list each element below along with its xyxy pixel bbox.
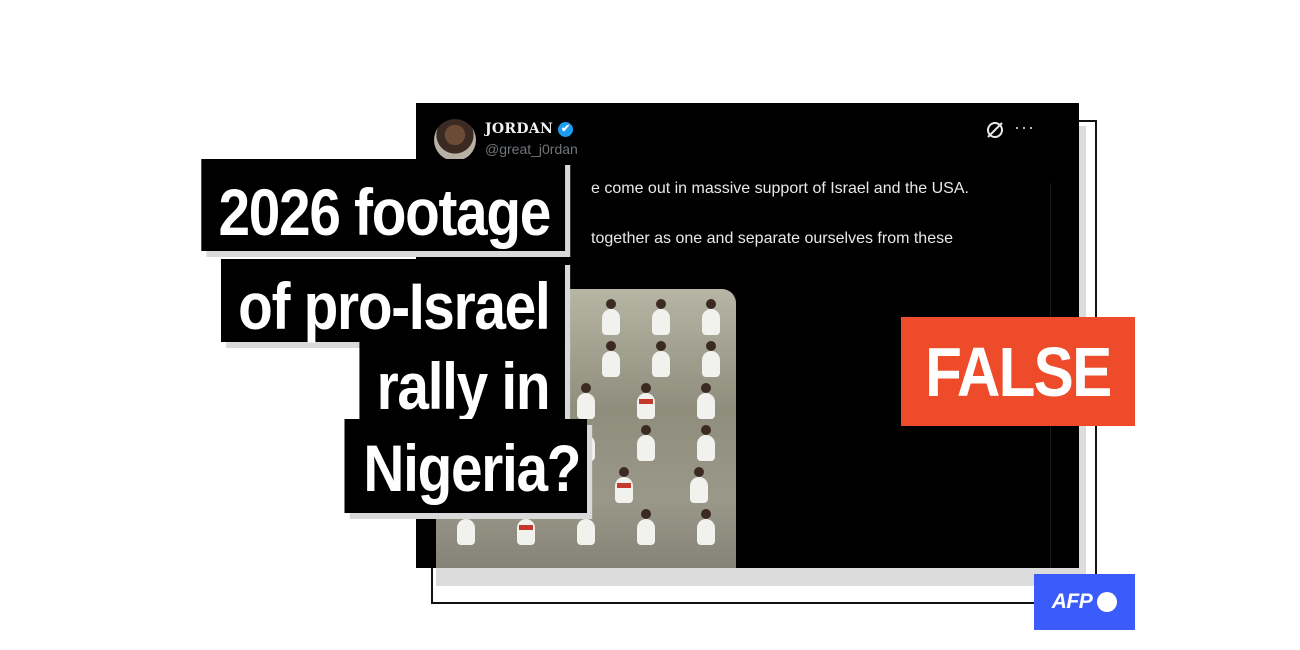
verified-badge-icon: ✔	[558, 121, 574, 137]
more-options-icon: ···	[1014, 117, 1035, 137]
author-handle: @great_j0rdan	[485, 141, 578, 157]
tweet-text-line-2: together as one and separate ourselves f…	[591, 230, 953, 247]
avatar	[434, 119, 476, 161]
headline-line-4: Nigeria?	[344, 419, 587, 513]
headline-line-3: rally in	[359, 339, 565, 423]
headline-line-1: 2026 footage	[200, 159, 565, 251]
headline-line-2: of pro-Israel	[221, 259, 565, 342]
tweet-text-line-1: e come out in massive support of Israel …	[591, 180, 969, 197]
afp-logo: AFP	[1034, 574, 1135, 630]
grok-icon	[987, 122, 1003, 138]
author-name: JORDAN	[485, 121, 554, 137]
afp-logo-dot-icon	[1097, 592, 1118, 612]
verdict-label: FALSE	[925, 332, 1112, 411]
verdict-badge: FALSE	[901, 317, 1135, 426]
afp-logo-text: AFP	[1051, 590, 1093, 613]
tweet-author: JORDAN ✔	[485, 121, 574, 137]
